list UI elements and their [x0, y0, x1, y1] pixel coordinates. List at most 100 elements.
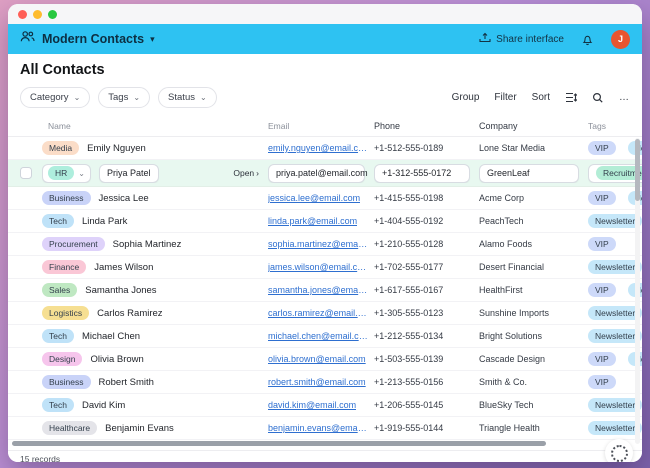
phone-value: +1-206-555-0145	[374, 400, 479, 410]
vertical-scrollbar[interactable]	[635, 138, 640, 444]
table-row[interactable]: SalesSamantha Jonessamantha.jones@email.…	[8, 279, 642, 302]
notifications-bell-icon[interactable]	[581, 33, 594, 46]
row-height-icon[interactable]	[565, 92, 577, 103]
filter-button[interactable]: Filter	[494, 92, 516, 103]
table-row[interactable]: TechLinda Parklinda.park@email.com+1-404…	[8, 210, 642, 233]
table-row[interactable]: ProcurementSophia Martinezsophia.martine…	[8, 233, 642, 256]
tag-pill: Newsletter	[588, 306, 642, 320]
tag-pill: Newsletter	[588, 421, 642, 435]
table-row[interactable]: Logistics Carlos Ramirez carlos.ramirez@em…	[8, 302, 642, 325]
share-interface-button[interactable]: Share interface	[479, 32, 564, 46]
table-row[interactable]: BusinessRobert Smithrobert.smith@email.c…	[8, 371, 642, 394]
company-value: Bright Solutions	[479, 331, 588, 341]
phone-value: +1-213-555-0156	[374, 377, 479, 387]
tags-field[interactable]: Recruitment	[588, 164, 642, 183]
company-value: Desert Financial	[479, 262, 588, 272]
group-button[interactable]: Group	[452, 92, 480, 103]
email-link[interactable]: emily.nguyen@email.com	[268, 143, 368, 153]
tag-pill: Newsletter	[588, 398, 642, 412]
page-title: All Contacts	[20, 62, 642, 78]
email-link[interactable]: benjamin.evans@email.com	[268, 423, 368, 433]
tags-cell: VIP	[588, 375, 642, 389]
more-options-button[interactable]: …	[619, 92, 630, 103]
contact-name: James Wilson	[94, 262, 153, 273]
tags-filter-button[interactable]: Tags ⌄	[98, 87, 150, 108]
email-link[interactable]: jessica.lee@email.com	[268, 193, 360, 203]
email-link[interactable]: michael.chen@email.com	[268, 331, 368, 341]
table-row[interactable]: TechMichael Chenmichael.chen@email.com+1…	[8, 325, 642, 348]
company-field[interactable]: GreenLeaf	[479, 164, 579, 183]
phone-value: +1-404-555-0192	[374, 216, 479, 226]
contacts-icon	[20, 30, 35, 48]
category-pill: Tech	[42, 329, 74, 343]
name-field[interactable]: Priya Patel	[99, 164, 159, 183]
contact-name: Benjamin Evans	[105, 423, 174, 434]
horizontal-scrollbar[interactable]	[12, 441, 546, 446]
chevron-down-icon[interactable]: ▾	[150, 34, 155, 45]
category-pill: Logistics	[42, 306, 89, 320]
email-link[interactable]: sophia.martinez@email.com	[268, 239, 368, 249]
app-title[interactable]: Modern Contacts	[42, 32, 144, 46]
table-row[interactable]: TechDavid Kimdavid.kim@email.com+1-206-5…	[8, 394, 642, 417]
email-field[interactable]: priya.patel@email.com	[268, 164, 365, 183]
chevron-right-icon: ›	[256, 168, 259, 178]
company-value: Triangle Health	[479, 423, 588, 433]
phone-value: +1-512-555-0189	[374, 143, 479, 153]
contact-name: Carlos Ramirez	[97, 308, 162, 319]
contact-name: Olivia Brown	[90, 354, 143, 365]
tags-cell: Newsletter	[588, 260, 642, 274]
email-link[interactable]: olivia.brown@email.com	[268, 354, 366, 364]
column-header-phone: Phone	[374, 121, 479, 131]
app-window: Modern Contacts ▾ Share interface J All …	[8, 4, 642, 462]
company-value: Alamo Foods	[479, 239, 588, 249]
table-row[interactable]: DesignOlivia Brownolivia.brown@email.com…	[8, 348, 642, 371]
contact-name: Samantha Jones	[85, 285, 156, 296]
category-pill: Media	[42, 141, 79, 155]
minimize-window-button[interactable]	[33, 10, 42, 19]
email-link[interactable]: james.wilson@email.com	[268, 262, 368, 272]
user-avatar[interactable]: J	[611, 30, 630, 49]
category-filter-button[interactable]: Category ⌄	[20, 87, 90, 108]
contact-name: Emily Nguyen	[87, 143, 146, 154]
tags-cell: Newsletter	[588, 329, 642, 343]
table-row[interactable]: BusinessJessica Leejessica.lee@email.com…	[8, 187, 642, 210]
tag-pill: Newsletter	[588, 214, 642, 228]
company-value: Smith & Co.	[479, 377, 588, 387]
company-value: Cascade Design	[479, 354, 588, 364]
category-pill: Finance	[42, 260, 86, 274]
category-pill: Healthcare	[42, 421, 97, 435]
phone-value: +1-503-555-0139	[374, 354, 479, 364]
close-window-button[interactable]	[18, 10, 27, 19]
category-dropdown[interactable]: HR⌄	[42, 164, 91, 183]
company-value: Sunshine Imports	[479, 308, 588, 318]
maximize-window-button[interactable]	[48, 10, 57, 19]
category-pill: HR	[48, 166, 74, 180]
status-filter-button[interactable]: Status ⌄	[158, 87, 217, 108]
email-link[interactable]: david.kim@email.com	[268, 400, 356, 410]
phone-value: +1-415-555-0198	[374, 193, 479, 203]
email-link[interactable]: samantha.jones@email.com	[268, 285, 368, 295]
phone-field[interactable]: +1-312-555-0172	[374, 164, 470, 183]
table-row[interactable]: Media Emily Nguyen emily.nguyen@email.com +…	[8, 137, 642, 160]
tags-cell: VIPNewsletter	[588, 352, 642, 366]
open-record-button[interactable]: Open ›	[233, 168, 259, 178]
tags-cell: Newsletter	[588, 398, 642, 412]
category-pill: Procurement	[42, 237, 105, 251]
email-link[interactable]: linda.park@email.com	[268, 216, 357, 226]
category-pill: Business	[42, 375, 91, 389]
sort-button[interactable]: Sort	[532, 92, 550, 103]
column-header-email: Email	[268, 121, 374, 131]
phone-value: +1-210-555-0128	[374, 239, 479, 249]
email-link[interactable]: robert.smith@email.com	[268, 377, 366, 387]
contact-name: Michael Chen	[82, 331, 140, 342]
search-icon[interactable]	[592, 92, 604, 104]
table-row-active[interactable]: HR⌄ Priya Patel Open › priya.patel@email.co…	[8, 160, 642, 187]
email-link[interactable]: carlos.ramirez@email.com	[268, 308, 368, 318]
vertical-scrollbar-thumb[interactable]	[635, 139, 640, 201]
chevron-down-icon: ⌄	[133, 93, 140, 102]
table-row[interactable]: Finance James Wilson james.wilson@email.co…	[8, 256, 642, 279]
table-row[interactable]: Healthcare Benjamin Evans benjamin.evans@e…	[8, 417, 642, 440]
column-header-tags: Tags	[588, 121, 642, 131]
column-header-name: Name	[42, 121, 268, 131]
row-checkbox[interactable]	[20, 167, 32, 179]
